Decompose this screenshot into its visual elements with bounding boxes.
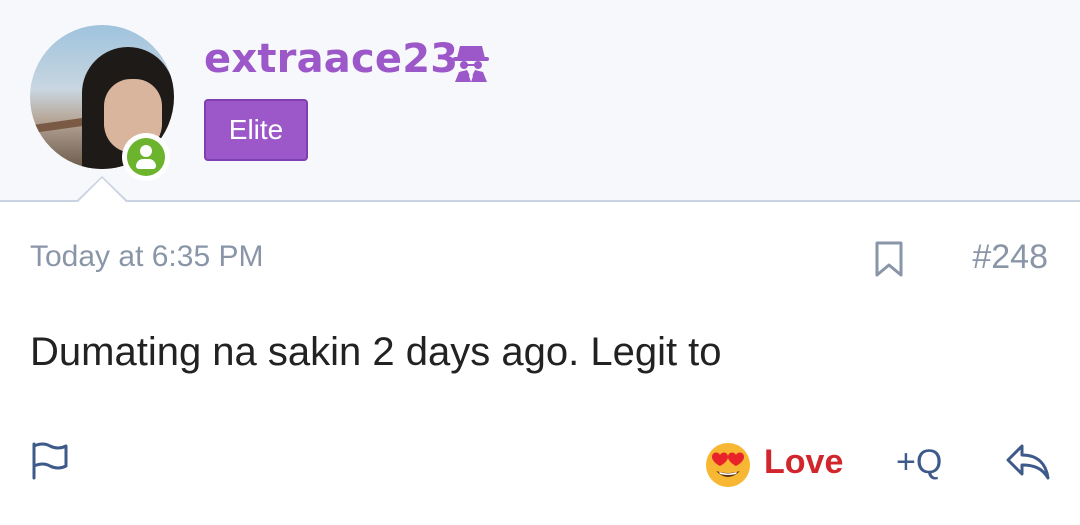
spy-icon <box>453 46 489 82</box>
username-link[interactable]: extraace23 <box>204 36 458 82</box>
post-number[interactable]: #248 <box>972 238 1048 277</box>
heart-eyes-emoji[interactable] <box>704 441 752 489</box>
post-message: Dumating na sakin 2 days ago. Legit to <box>30 330 722 374</box>
multi-quote-button[interactable]: +Q <box>896 443 942 482</box>
user-title-badge: Elite <box>204 99 308 161</box>
post-timestamp[interactable]: Today at 6:35 PM <box>30 240 263 274</box>
love-reaction-label[interactable]: Love <box>764 443 843 482</box>
bookmark-icon[interactable] <box>874 241 904 277</box>
online-status-icon <box>122 133 170 181</box>
reply-icon[interactable] <box>1004 440 1052 484</box>
header-notch <box>76 176 128 202</box>
flag-icon[interactable] <box>30 440 70 480</box>
avatar[interactable] <box>30 25 174 181</box>
